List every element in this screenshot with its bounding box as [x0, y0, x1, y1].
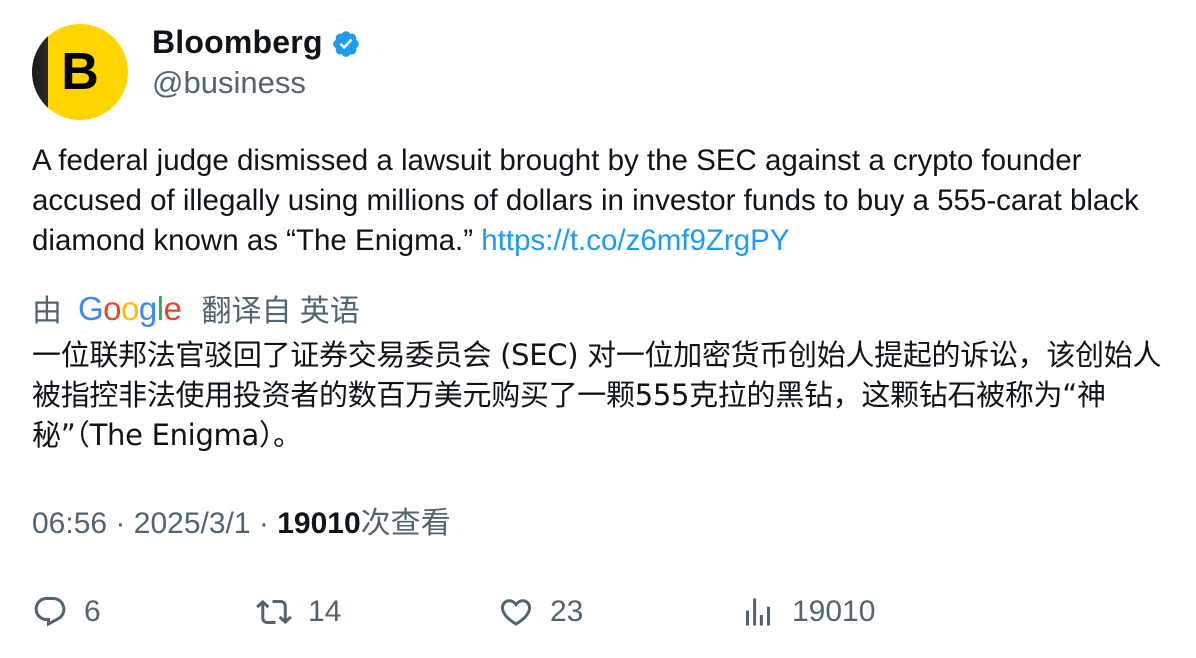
translated-text: 一位联邦法官驳回了证券交易委员会 (SEC) 对一位加密货币创始人提起的诉讼，该… [32, 338, 1162, 452]
reply-count: 6 [84, 595, 101, 628]
tweet-date[interactable]: 2025/3/1 [134, 507, 251, 540]
translate-prefix: 由 [32, 295, 62, 328]
reply-icon [34, 597, 66, 627]
tweet-meta: 06:56 · 2025/3/1 · 19010次查看 [32, 504, 451, 544]
views-label: 次查看 [360, 507, 451, 540]
translate-suffix[interactable]: 翻译自 英语 [201, 286, 359, 330]
tweet: B Bloomberg @business A federal judge di… [0, 0, 1196, 658]
display-name[interactable]: Bloomberg [152, 24, 323, 61]
author-names: Bloomberg @business [152, 20, 361, 102]
views-button[interactable]: 19010 [740, 590, 875, 634]
meta-separator: · [258, 507, 269, 540]
views-action-count: 19010 [792, 595, 876, 628]
avatar[interactable]: B [32, 24, 128, 120]
heart-icon [500, 599, 532, 626]
meta-separator: · [115, 507, 126, 540]
handle[interactable]: @business [152, 64, 361, 102]
tweet-text: A federal judge dismissed a lawsuit brou… [32, 141, 1162, 261]
reply-button[interactable]: 6 [32, 590, 101, 634]
like-count: 23 [550, 595, 584, 628]
avatar-logo-letter: B [61, 43, 99, 101]
google-logo-icon: Google [78, 289, 182, 327]
retweet-button[interactable]: 14 [256, 590, 341, 634]
name-row: Bloomberg [152, 20, 361, 64]
retweet-count: 14 [308, 595, 342, 628]
bar-chart-icon [746, 598, 770, 626]
like-button[interactable]: 23 [498, 590, 583, 634]
tweet-link[interactable]: https://t.co/z6mf9ZrgPY [481, 224, 789, 257]
verified-badge-icon [331, 29, 361, 59]
views-count: 19010 [277, 507, 361, 540]
action-bar: 6 14 23 19010 [32, 590, 1162, 634]
retweet-icon [256, 599, 292, 625]
tweet-time[interactable]: 06:56 [32, 507, 107, 540]
translation-attribution: 由 Google 翻译自 英语 [32, 286, 360, 330]
